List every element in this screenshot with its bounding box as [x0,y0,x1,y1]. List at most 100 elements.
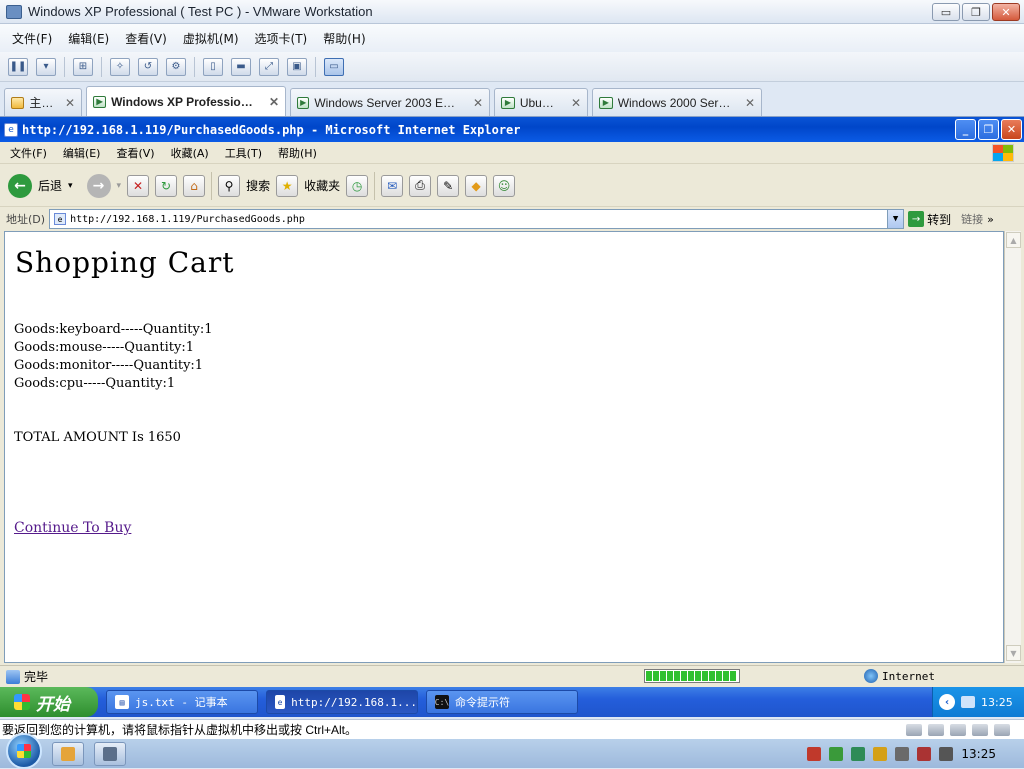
network-icon[interactable]: ⊞ [73,57,93,76]
minimize-button[interactable]: ▭ [932,3,960,21]
links-button[interactable]: 链接 [961,211,983,227]
ie-icon: e [275,695,286,709]
tray-expand-icon[interactable]: ‹ [939,694,955,710]
cd-drive-icon[interactable] [928,723,944,736]
tray-app-icon[interactable] [829,746,844,761]
tab-windows-xp[interactable]: ▶ Windows XP Professional... ✕ [86,86,286,116]
tray-app-icon[interactable] [873,746,888,761]
tab-ubuntu[interactable]: ▶ Ubuntu ✕ [494,88,588,116]
thumbnail-view-icon[interactable]: ▭ [324,57,344,76]
network-adapter-icon[interactable] [950,723,966,736]
globe-icon [864,669,878,683]
menu-tabs[interactable]: 选项卡(T) [255,30,308,47]
edit-icon[interactable]: ✎ [437,174,460,197]
back-arrow-icon[interactable]: ← [8,173,32,198]
ie-close-button[interactable]: ✕ [1001,119,1022,140]
refresh-icon[interactable]: ↻ [155,174,178,197]
cart-item: Goods:keyboard-----Quantity:1 [14,322,213,337]
taskbar-item-cmd[interactable]: C:\ 命令提示符 [426,690,578,714]
contacts-icon[interactable]: ☺ [493,174,516,197]
home-page-icon[interactable]: ⌂ [183,174,206,197]
display-icon[interactable] [972,723,988,736]
ie-restore-button[interactable]: ❐ [978,119,999,140]
back-button-label[interactable]: 后退 [38,177,62,194]
tab-close-icon[interactable]: ✕ [563,96,581,110]
tab-home[interactable]: 主页 ✕ [4,88,82,116]
history-icon[interactable]: ◷ [346,174,369,197]
status-page-icon [6,669,20,684]
menu-help[interactable]: 帮助(H) [323,30,365,47]
taskbar-item-ie[interactable]: e http://192.168.1... [266,690,418,714]
address-bar: 地址(D) e http://192.168.1.119/PurchasedGo… [0,207,1024,231]
forward-dropdown-icon[interactable]: ▾ [117,181,122,191]
menu-view[interactable]: 查看(V) [125,30,167,47]
scroll-down-icon[interactable]: ▼ [1006,645,1021,661]
menu-edit[interactable]: 编辑(E) [68,30,109,47]
ie-menu-tools[interactable]: 工具(T) [225,145,262,161]
ie-menu-help[interactable]: 帮助(H) [278,145,317,161]
tab-close-icon[interactable]: ✕ [57,96,75,110]
status-text: 完毕 [24,670,49,684]
favorites-star-icon[interactable]: ★ [276,174,299,197]
forward-arrow-icon[interactable]: → [86,173,111,198]
menu-file[interactable]: 文件(F) [12,30,52,47]
print-icon[interactable]: ⎙ [409,174,432,197]
start-button[interactable]: 开始 [0,687,98,717]
console-view-icon[interactable]: ▬ [231,57,251,76]
back-dropdown-icon[interactable]: ▾ [68,181,73,191]
host-taskbar: 13:25 [0,732,1024,769]
shield-icon[interactable] [851,746,866,761]
revert-snapshot-icon[interactable]: ↺ [138,57,158,76]
ie-menu-bar: 文件(F) 编辑(E) 查看(V) 收藏(A) 工具(T) 帮助(H) [0,142,1024,164]
scroll-up-icon[interactable]: ▲ [1006,232,1021,248]
favorites-button-label[interactable]: 收藏夹 [304,177,340,194]
tab-close-icon[interactable]: ✕ [261,95,279,109]
unity-icon[interactable]: ▣ [287,57,307,76]
fullscreen-icon[interactable]: ⤢ [259,57,279,76]
tab-windows-server-2003[interactable]: ▶ Windows Server 2003 Enterpr... ✕ [290,88,490,116]
tray-app-icon[interactable] [895,746,910,761]
snapshot-manager-icon[interactable]: ⚙ [166,57,186,76]
dropdown-arrow-icon[interactable]: ▾ [36,57,56,76]
ie-menu-favorites[interactable]: 收藏(A) [171,145,209,161]
messenger-icon[interactable]: ◆ [465,174,488,197]
hard-disk-icon[interactable] [906,723,922,736]
menu-vm[interactable]: 虚拟机(M) [183,30,239,47]
search-button-label[interactable]: 搜索 [246,177,270,194]
stop-icon[interactable]: ✕ [127,174,150,197]
ie-minimize-button[interactable]: _ [955,119,976,140]
continue-to-buy-link[interactable]: Continue To Buy [14,520,131,536]
close-button[interactable]: ✕ [992,3,1020,21]
restore-button[interactable]: ❐ [962,3,990,21]
go-button[interactable]: → 转到 [908,211,951,228]
address-url: http://192.168.1.119/PurchasedGoods.php [70,213,305,225]
network-icon[interactable] [917,746,932,761]
guest-screen[interactable]: e http://192.168.1.119/PurchasedGoods.ph… [0,116,1024,717]
volume-icon[interactable] [939,746,954,761]
toolbar-separator [194,56,195,77]
tab-windows-2000-server[interactable]: ▶ Windows 2000 Server ✕ [592,88,762,116]
snapshot-icon[interactable]: ✧ [110,57,130,76]
tab-close-icon[interactable]: ✕ [737,96,755,110]
ie-menu-edit[interactable]: 编辑(E) [63,145,101,161]
windows-start-orb[interactable] [6,732,42,769]
chevron-more-icon[interactable]: » [987,213,994,226]
message-log-icon[interactable] [994,723,1010,736]
ie-menu-view[interactable]: 查看(V) [116,145,154,161]
address-dropdown-icon[interactable]: ▼ [887,210,904,228]
address-input[interactable]: e http://192.168.1.119/PurchasedGoods.ph… [49,209,905,229]
progress-segment [653,671,659,681]
taskbar-item-notepad[interactable]: ▤ js.txt - 记事本 [106,690,258,714]
sidebar-view-icon[interactable]: ▯ [203,57,223,76]
vertical-scrollbar[interactable]: ▲ ▼ [1004,231,1021,663]
ie-menu-file[interactable]: 文件(F) [10,145,47,161]
taskbar-pinned-vmware[interactable] [94,741,126,766]
taskbar-pinned-explorer[interactable] [52,741,84,766]
search-icon[interactable]: ⚲ [218,174,241,197]
mail-icon[interactable]: ✉ [381,174,404,197]
network-tray-icon[interactable] [961,696,975,708]
tray-app-icon[interactable] [807,746,822,761]
tab-close-icon[interactable]: ✕ [465,96,483,110]
folder-icon [61,746,75,761]
pause-icon[interactable]: ❚❚ [8,57,28,76]
